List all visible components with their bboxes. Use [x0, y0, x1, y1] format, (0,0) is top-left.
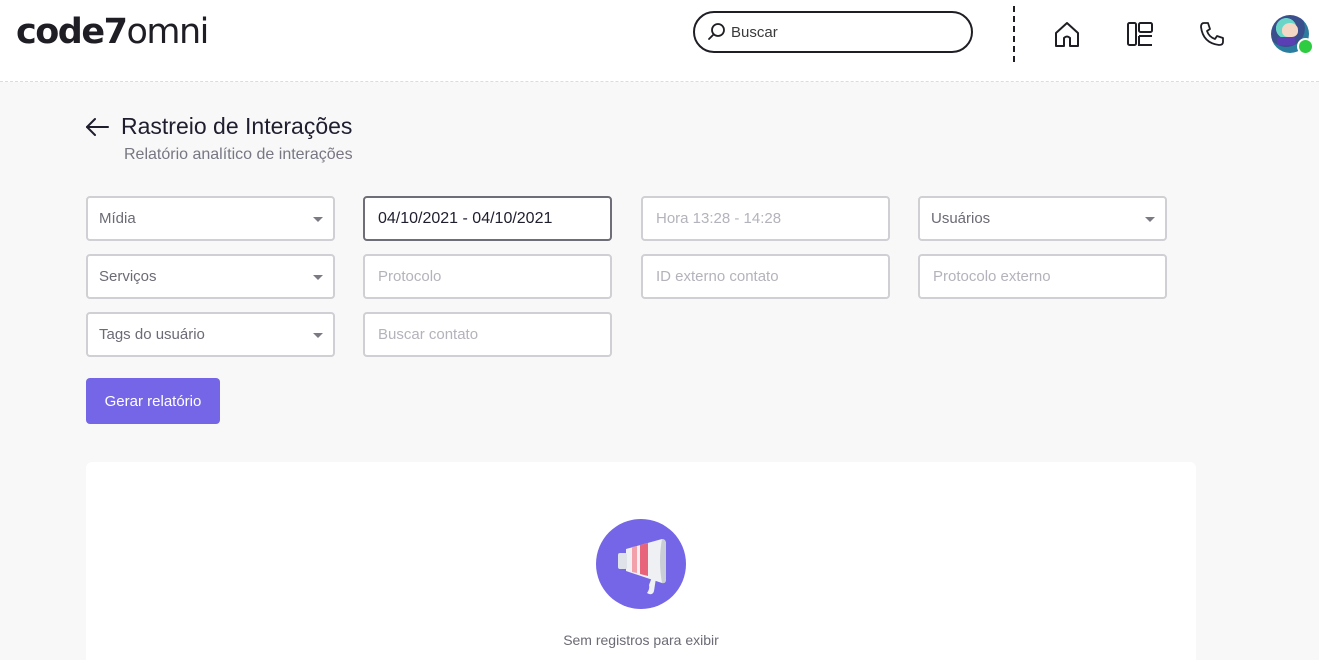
chevron-down-icon: [313, 217, 323, 222]
id-externo-placeholder: ID externo contato: [656, 268, 779, 285]
hora-field[interactable]: Hora 13:28 - 14:28: [641, 196, 890, 241]
id-externo-field[interactable]: ID externo contato: [641, 254, 890, 299]
chevron-down-icon: [313, 333, 323, 338]
header-divider: [1013, 6, 1015, 62]
date-range-field[interactable]: 04/10/2021 - 04/10/2021: [363, 196, 612, 241]
generate-report-button[interactable]: Gerar relatório: [86, 378, 220, 424]
tags-usuario-select[interactable]: Tags do usuário: [86, 312, 335, 357]
protocolo-externo-field[interactable]: Protocolo externo: [918, 254, 1167, 299]
midia-select[interactable]: Mídia: [86, 196, 335, 241]
arrow-left-icon: [86, 118, 109, 136]
layout-icon: [1127, 22, 1153, 46]
tags-usuario-select-label: Tags do usuário: [99, 326, 205, 343]
date-range-value: 04/10/2021 - 04/10/2021: [378, 209, 553, 227]
servicos-select[interactable]: Serviços: [86, 254, 335, 299]
layout-button[interactable]: [1124, 18, 1156, 50]
home-icon: [1055, 22, 1079, 47]
home-button[interactable]: [1051, 18, 1083, 50]
chevron-down-icon: [1145, 217, 1155, 222]
protocolo-placeholder: Protocolo: [378, 268, 442, 285]
phone-icon: [1200, 22, 1224, 46]
search-box[interactable]: [693, 11, 973, 53]
avatar-laptop: [1277, 37, 1295, 45]
hora-placeholder: Hora 13:28 - 14:28: [656, 210, 782, 227]
usuarios-select-label: Usuários: [931, 210, 991, 227]
logo-bold: code7: [16, 12, 128, 52]
top-bar: code7omni: [0, 0, 1319, 82]
servicos-select-label: Serviços: [99, 268, 157, 285]
phone-button[interactable]: [1196, 18, 1228, 50]
page-subtitle: Relatório analítico de interações: [124, 146, 353, 163]
empty-state-message: Sem registros para exibir: [563, 632, 719, 648]
search-input[interactable]: [731, 23, 951, 41]
avatar-face: [1282, 23, 1298, 37]
logo[interactable]: code7omni: [16, 12, 209, 52]
chevron-down-icon: [313, 275, 323, 280]
page-title: Rastreio de Interações: [121, 113, 353, 139]
search-icon: [707, 22, 727, 42]
protocolo-field[interactable]: Protocolo: [363, 254, 612, 299]
midia-select-label: Mídia: [99, 210, 136, 227]
usuarios-select[interactable]: Usuários: [918, 196, 1167, 241]
buscar-contato-placeholder: Buscar contato: [378, 326, 479, 343]
results-card: Sem registros para exibir: [86, 462, 1196, 660]
back-button[interactable]: [84, 115, 110, 139]
logo-light: omni: [126, 12, 209, 52]
buscar-contato-field[interactable]: Buscar contato: [363, 312, 612, 357]
megaphone-icon: [596, 519, 686, 609]
protocolo-externo-placeholder: Protocolo externo: [933, 268, 1051, 285]
online-status-indicator: [1297, 38, 1314, 55]
